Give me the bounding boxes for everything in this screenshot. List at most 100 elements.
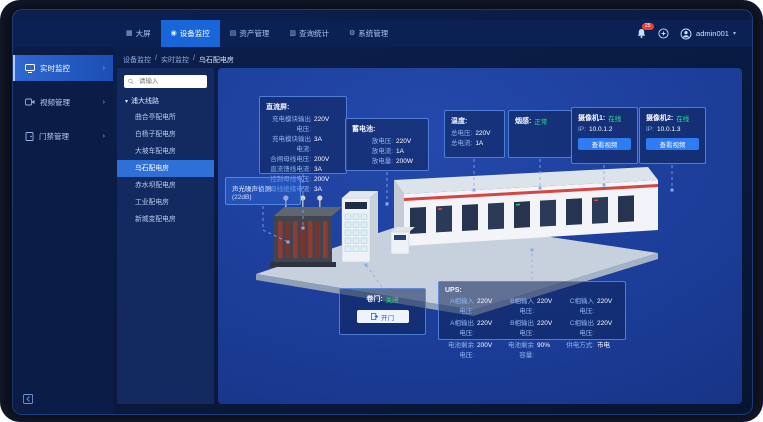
metric-value: 220V (477, 297, 499, 317)
fullscreen-button[interactable] (658, 28, 669, 39)
sidebar-item-label: 实时监控 (40, 63, 70, 74)
tree-item-selected[interactable]: 乌石配电房 (117, 160, 214, 177)
camera-status: 在线 (608, 113, 621, 123)
smoke-detector-panel: 烟感: 正常 (508, 110, 572, 158)
door-panel: 卷门: 关闭 开门 (339, 288, 426, 335)
metric-label: 供电方式: (565, 341, 594, 361)
asset-icon: ▤ (230, 30, 237, 37)
search-input[interactable] (137, 77, 203, 86)
breadcrumb: 设备监控 / 实时监控 / 乌石配电房 (123, 55, 234, 65)
tree-group-label: 浦大线路 (131, 96, 159, 106)
metric-value: 1A (396, 147, 422, 157)
metric-value: 3A (314, 185, 340, 195)
notification-badge: 25 (642, 23, 654, 30)
nav-item-dashboard[interactable]: ▦ 大屏 (116, 20, 161, 47)
settings-icon: ⚙ (349, 30, 355, 37)
metric-label: 电池剩余容量: (505, 341, 534, 361)
breadcrumb-current: 乌石配电房 (199, 55, 234, 65)
smoke-status: 正常 (534, 116, 547, 126)
view-video-button[interactable]: 查看视频 (646, 138, 699, 150)
tree-item[interactable]: 曲合亭配电所 (117, 109, 214, 126)
noise-label: 声光噪声侦测: (232, 183, 294, 193)
panel-title: UPS: (445, 287, 619, 294)
tree-item[interactable]: 赤水坝配电房 (117, 177, 214, 194)
panel-title: 温度: (451, 116, 498, 126)
metric-label: A相输出电压: (445, 319, 474, 339)
sidebar-collapse-button[interactable] (23, 394, 33, 404)
view-video-button[interactable]: 查看视频 (578, 138, 631, 150)
user-menu[interactable]: admin001 ▾ (680, 28, 736, 40)
metric-value: 1A (475, 139, 498, 149)
room-visualization-panel: 直流屏: 充电模块输出电压:220V 充电模块输出电流:3A 合闸母线电压:20… (218, 68, 742, 404)
nav-label: 查询统计 (299, 28, 329, 39)
metric-label: 充电模块输出电压: (266, 115, 311, 135)
metric-label: A相输入电压: (445, 297, 474, 317)
battery-cabinet (342, 191, 378, 262)
sidebar-item-access-mgmt[interactable]: 门禁管理 › (13, 123, 113, 149)
username: admin001 (696, 29, 729, 38)
camera-status: 在线 (676, 113, 689, 123)
metric-label: 放电流: (352, 147, 393, 157)
tree-group-node[interactable]: ▾ 浦大线路 (117, 94, 214, 109)
noise-value: (22dB) (232, 194, 294, 201)
breadcrumb-item[interactable]: 设备监控 (123, 55, 151, 65)
battery-panel: 蓄电池: 放电压:220V 放电流:1A 放电量:200W (345, 118, 429, 171)
sidebar: 实时监控 › 视频管理 › 门禁管理 › (13, 47, 113, 414)
tree-item[interactable]: 新城变配电房 (117, 211, 214, 228)
metric-label: 放电压: (352, 137, 393, 147)
metric-value: 3A (314, 135, 340, 155)
metric-label: C相输入电压: (565, 297, 594, 317)
nav-item-asset-mgmt[interactable]: ▤ 资产管理 (220, 20, 280, 47)
notifications-button[interactable]: 25 (636, 28, 647, 39)
panel-title: 摄像机1: (578, 113, 605, 123)
metric-label: B相输入电压: (505, 297, 534, 317)
chevron-down-icon: ▾ (733, 30, 736, 37)
nav-item-device-monitor[interactable]: ◉ 设备监控 (161, 20, 220, 47)
tree-item[interactable]: 白杨子配电房 (117, 126, 214, 143)
nav-item-query-stats[interactable]: ▥ 查询统计 (279, 20, 339, 47)
noise-detector-panel: 声光噪声侦测: (22dB) (225, 177, 301, 205)
door-label: 卷门: (366, 294, 382, 304)
metric-label: B相输出电压: (505, 319, 534, 339)
transformer (270, 195, 342, 267)
door-access-icon (25, 132, 34, 141)
breadcrumb-separator: / (193, 55, 195, 65)
open-door-button[interactable]: 开门 (357, 310, 409, 323)
nav-item-system-mgmt[interactable]: ⚙ 系统管理 (339, 20, 398, 47)
metric-value: 220V (537, 297, 559, 317)
metric-value: 220V (597, 319, 619, 339)
fullscreen-icon (658, 28, 669, 39)
app-window: ▦ 大屏 ◉ 设备监控 ▤ 资产管理 ▥ 查询统计 ⚙ 系统管理 (12, 9, 753, 415)
ups-metrics-grid: A相输入电压:220V B相输入电压:220V C相输入电压:220V A相输出… (445, 297, 619, 361)
breadcrumb-item[interactable]: 实时监控 (161, 55, 189, 65)
metric-value: 3A (314, 165, 340, 175)
metric-value: 200V (477, 341, 499, 361)
dc-screen-panel: 直流屏: 充电模块输出电压:220V 充电模块输出电流:3A 合闸母线电压:20… (259, 96, 347, 174)
sidebar-item-video-mgmt[interactable]: 视频管理 › (13, 89, 113, 115)
tree-search[interactable] (124, 75, 207, 88)
ip-label: IP: (578, 126, 586, 133)
ip-value: 10.0.1.2 (589, 126, 613, 133)
metric-value: 90% (537, 341, 559, 361)
metric-value: 200V (314, 175, 340, 185)
nav-label: 资产管理 (239, 28, 269, 39)
dashboard-icon: ▦ (126, 30, 133, 37)
control-box (391, 227, 415, 254)
sidebar-item-label: 门禁管理 (39, 131, 69, 142)
tree-item[interactable]: 工业配电房 (117, 194, 214, 211)
sidebar-item-realtime-monitor[interactable]: 实时监控 › (13, 55, 113, 81)
switchgear-row (394, 167, 658, 246)
sidebar-item-label: 视频管理 (40, 97, 70, 108)
panel-title: 烟感: (515, 116, 531, 126)
tree-caret-icon: ▾ (125, 98, 128, 105)
metric-label: 总电流: (451, 139, 472, 149)
open-door-icon (371, 313, 378, 320)
tree-item[interactable]: 大坡车配电房 (117, 143, 214, 160)
stats-icon: ▥ (289, 30, 296, 37)
chevron-right-icon: › (103, 133, 105, 140)
avatar-icon (680, 28, 692, 40)
metric-label: 直流馈线电流: (266, 165, 311, 175)
metric-label: 总电压: (451, 129, 472, 139)
main-nav: ▦ 大屏 ◉ 设备监控 ▤ 资产管理 ▥ 查询统计 ⚙ 系统管理 (116, 20, 398, 47)
chevron-right-icon: › (103, 99, 105, 106)
